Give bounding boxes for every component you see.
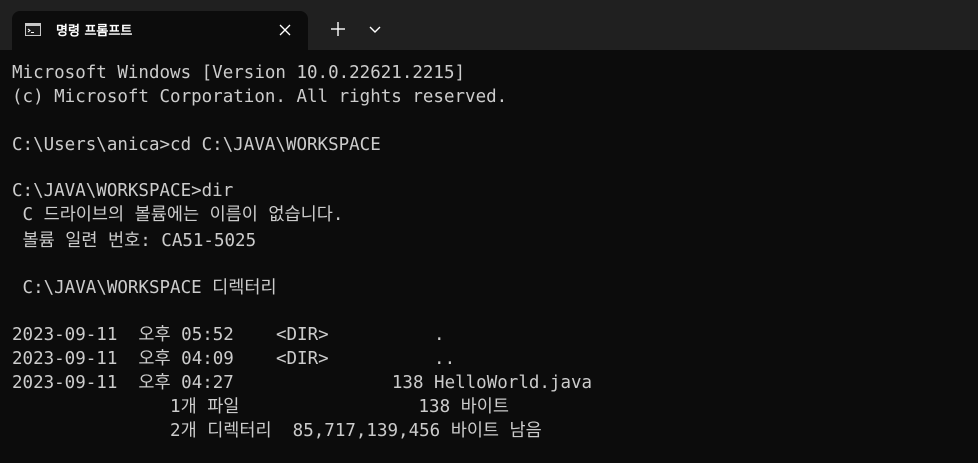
tab-title: 명령 프롬프트 (56, 24, 133, 39)
terminal-line: C:\JAVA\WORKSPACE>dir (12, 181, 234, 201)
chevron-down-icon (369, 26, 381, 33)
terminal-line: (c) Microsoft Corporation. All rights re… (12, 87, 508, 107)
new-tab-button[interactable] (327, 18, 349, 40)
tab-dropdown-button[interactable] (367, 21, 383, 37)
terminal-line: 2023-09-11 오후 04:27 138 HelloWorld.java (12, 373, 593, 393)
terminal-line: Microsoft Windows [Version 10.0.22621.22… (12, 63, 466, 83)
terminal-line: C:\Users\anica>cd C:\JAVA\WORKSPACE (12, 135, 381, 155)
terminal-line: C 드라이브의 볼륨에는 이름이 없습니다. (12, 205, 344, 225)
terminal-line: 1개 파일 138 바이트 (12, 397, 509, 417)
tab-command-prompt[interactable]: 명령 프롬프트 (12, 11, 308, 50)
terminal-line: 볼륨 일련 번호: CA51-5025 (12, 231, 257, 251)
close-icon[interactable] (275, 20, 295, 40)
command-prompt-icon (25, 23, 41, 36)
terminal-line: C:\JAVA\WORKSPACE 디렉터리 (12, 278, 277, 298)
tab-bar: 명령 프롬프트 (0, 0, 978, 50)
terminal-output[interactable]: Microsoft Windows [Version 10.0.22621.22… (0, 50, 978, 463)
command-prompt-window: 명령 프롬프트 Microsoft Windows [Version 10.0.… (0, 0, 978, 463)
terminal-line: 2개 디렉터리 85,717,139,456 바이트 남음 (12, 421, 542, 441)
terminal-line: 2023-09-11 오후 05:52 <DIR> . (12, 325, 445, 345)
terminal-line: 2023-09-11 오후 04:09 <DIR> .. (12, 349, 456, 369)
plus-icon (331, 22, 345, 36)
